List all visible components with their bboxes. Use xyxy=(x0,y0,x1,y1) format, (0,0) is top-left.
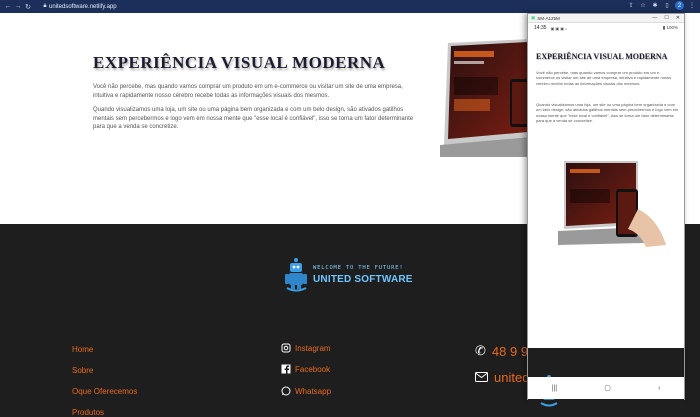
address-bar[interactable]: 🔒︎ unitedsoftware.netlify.app xyxy=(41,2,117,11)
close-icon[interactable]: ✕ xyxy=(676,15,680,21)
social-instagram[interactable]: Instagram xyxy=(281,343,331,353)
contact-email[interactable]: united xyxy=(475,370,529,385)
phone-mirror-window[interactable]: ▣ SM-A125M — ☐ ✕ 14:35 ▣ ▣ ▣ • ▮ 100% EX… xyxy=(527,13,685,411)
laptop-phone-image xyxy=(440,39,530,157)
maximize-icon[interactable]: ☐ xyxy=(664,15,668,21)
email-address: united xyxy=(494,370,530,385)
facebook-icon xyxy=(281,364,291,374)
hero-paragraph: Quando visualizamos uma loja, um site ou… xyxy=(93,107,414,130)
back-nav-icon[interactable]: ‹ xyxy=(658,385,660,392)
minimize-icon[interactable]: — xyxy=(652,15,657,21)
window-controls: — ☐ ✕ xyxy=(652,15,684,21)
recent-apps-icon[interactable]: ||| xyxy=(552,385,557,392)
lock-icon: 🔒︎ xyxy=(43,3,47,9)
phone-hero-paragraph: Quando visualizamos uma loja, um site ou… xyxy=(536,102,679,124)
phone-laptop-image xyxy=(558,161,666,247)
facebook-label: Facebook xyxy=(295,364,331,374)
toolbar-right: ⇪ ☆ ✱ ▯ 2 ⋮ xyxy=(627,1,696,10)
hero-title: EXPERIÊNCIA VISUAL MODERNA xyxy=(93,53,386,72)
whatsapp-icon xyxy=(281,386,291,396)
phone-window-title: SM-A125M xyxy=(537,15,560,21)
status-icons: ▣ ▣ ▣ • xyxy=(550,25,567,31)
whatsapp-label: Whatsapp xyxy=(295,386,332,396)
footer-link-produtos[interactable]: Produtos xyxy=(72,408,104,417)
footer-link-home[interactable]: Home xyxy=(72,345,93,354)
footer-link-sobre[interactable]: Sobre xyxy=(72,366,93,375)
share-icon[interactable]: ⇪ xyxy=(627,2,635,10)
footer-link-oferecemos[interactable]: Oque Oferecemos xyxy=(72,387,137,396)
hero-paragraph: Você não percebe, mas quando vamos compr… xyxy=(93,84,403,99)
menu-icon[interactable]: ⋮ xyxy=(688,2,696,10)
home-icon[interactable]: ▢ xyxy=(604,384,611,392)
instagram-icon xyxy=(281,343,291,353)
logo-tagline: WELCOME TO THE FUTURE! xyxy=(313,265,404,271)
forward-icon[interactable]: → xyxy=(13,2,23,12)
status-battery: ▮ 100% xyxy=(662,25,678,30)
logo-name: UNITED SOFTWARE xyxy=(313,274,413,285)
phone-status-bar: 14:35 ▣ ▣ ▣ • ▮ 100% xyxy=(528,23,684,33)
url-text[interactable]: unitedsoftware.netlify.app xyxy=(49,4,117,10)
star-icon[interactable]: ☆ xyxy=(639,2,647,10)
social-facebook[interactable]: Facebook xyxy=(281,364,330,374)
phone-window-titlebar: ▣ SM-A125M — ☐ ✕ xyxy=(528,14,684,23)
reload-icon[interactable]: ↻ xyxy=(23,2,33,12)
avatar[interactable]: 2 xyxy=(675,1,684,10)
status-time: 14:35 xyxy=(534,25,547,31)
phone-hero-title: EXPERIÊNCIA VISUAL MODERNA xyxy=(536,52,668,61)
social-whatsapp[interactable]: Whatsapp xyxy=(281,386,331,396)
phone-hero-paragraph: Você não percebe, mas quando vamos compr… xyxy=(536,70,672,86)
extensions-icon[interactable]: ✱ xyxy=(651,2,659,10)
back-icon[interactable]: ← xyxy=(3,2,13,12)
phone-nav-bar: ||| ▢ ‹ xyxy=(528,377,684,399)
phone-icon: ✆ xyxy=(475,343,486,358)
phone-number: 48 9 9 xyxy=(491,343,529,359)
instagram-label: Instagram xyxy=(295,343,331,353)
browser-toolbar: ← → ↻ 🔒︎ unitedsoftware.netlify.app ⇪ ☆ … xyxy=(0,0,700,13)
sidebar-icon[interactable]: ▯ xyxy=(663,2,671,10)
mail-icon xyxy=(475,370,488,385)
android-icon: ▣ xyxy=(531,15,536,20)
contact-phone[interactable]: ✆ 48 9 9 xyxy=(475,343,528,359)
